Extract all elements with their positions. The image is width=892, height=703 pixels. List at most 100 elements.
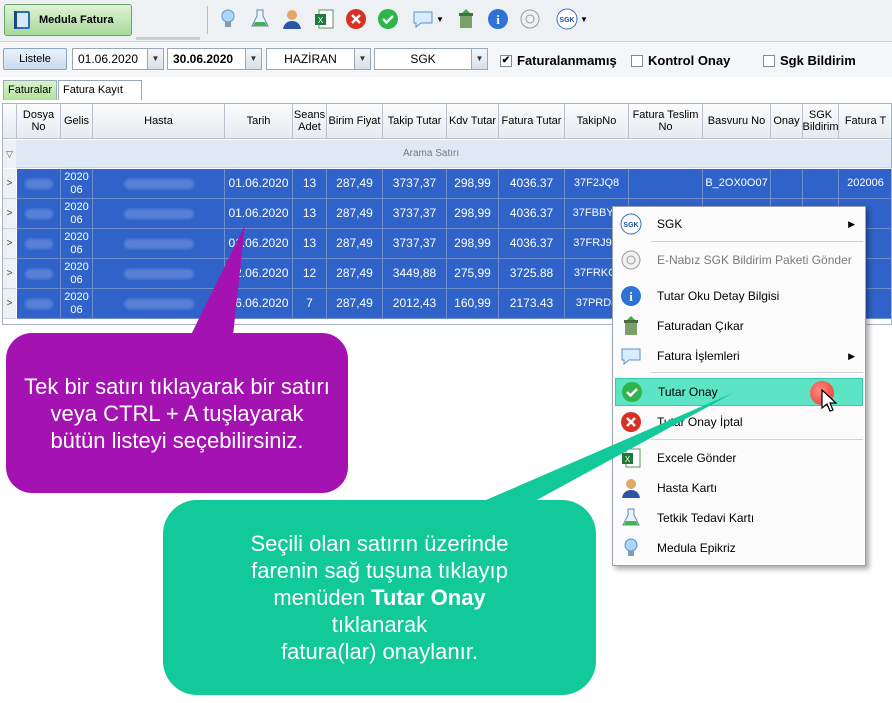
table-cell[interactable]: 2020 06 bbox=[61, 169, 93, 199]
row-selector-icon[interactable]: > bbox=[3, 199, 16, 229]
table-cell[interactable] bbox=[17, 259, 61, 289]
table-cell[interactable]: 01.06.2020 bbox=[225, 199, 293, 229]
table-cell[interactable] bbox=[17, 199, 61, 229]
table-cell[interactable]: 298,99 bbox=[447, 169, 499, 199]
table-cell[interactable]: 13 bbox=[293, 169, 327, 199]
trash-icon[interactable] bbox=[453, 6, 479, 32]
table-cell[interactable]: 298,99 bbox=[447, 199, 499, 229]
chevron-down-icon[interactable]: ▼ bbox=[245, 49, 261, 69]
table-cell[interactable]: 287,49 bbox=[327, 289, 383, 319]
info-icon[interactable]: i bbox=[485, 6, 511, 32]
table-cell[interactable] bbox=[629, 169, 703, 199]
table-cell[interactable] bbox=[17, 229, 61, 259]
flask-icon[interactable] bbox=[247, 6, 273, 32]
table-cell[interactable]: 287,49 bbox=[327, 259, 383, 289]
close-circle-icon[interactable] bbox=[343, 6, 369, 32]
table-cell[interactable]: 287,49 bbox=[327, 229, 383, 259]
table-cell[interactable]: 01.06.2020 bbox=[225, 169, 293, 199]
table-cell[interactable]: 02.06.2020 bbox=[225, 259, 293, 289]
unbilled-checkbox[interactable]: ✔ Faturalanmamış bbox=[500, 53, 617, 68]
table-cell[interactable]: B_2OX0O07 bbox=[703, 169, 771, 199]
control-approval-checkbox[interactable]: Kontrol Onay bbox=[631, 53, 730, 68]
column-header[interactable]: TakipNo bbox=[565, 104, 629, 139]
checkmark-icon[interactable]: ✔ bbox=[500, 54, 512, 67]
column-header[interactable]: Kdv Tutar bbox=[447, 104, 499, 139]
table-cell[interactable]: 287,49 bbox=[327, 199, 383, 229]
table-cell[interactable] bbox=[93, 199, 225, 229]
table-cell[interactable]: 160,99 bbox=[447, 289, 499, 319]
table-cell[interactable]: 275,99 bbox=[447, 259, 499, 289]
menu-item-excele-g-nder[interactable]: X Excele Gönder bbox=[615, 444, 863, 472]
column-header[interactable]: Seans Adet bbox=[293, 104, 327, 139]
sgk-icon[interactable]: SGK ▼ bbox=[552, 6, 592, 32]
menu-item-tutar-oku-detay-bilgisi[interactable]: i Tutar Oku Detay Bilgisi bbox=[615, 282, 863, 310]
list-button[interactable]: Listele bbox=[3, 48, 67, 70]
lightbulb-icon[interactable] bbox=[215, 6, 241, 32]
table-cell[interactable] bbox=[93, 229, 225, 259]
table-cell[interactable]: 16.06.2020 bbox=[225, 289, 293, 319]
table-cell[interactable] bbox=[93, 259, 225, 289]
menu-item-hasta-kart-[interactable]: Hasta Kartı bbox=[615, 474, 863, 502]
institution-select[interactable]: SGK ▼ bbox=[374, 48, 488, 70]
menu-item-e-nab-z-sgk-bildirim-paketi-g-nder[interactable]: E-Nabız SGK Bildirim Paketi Gönder bbox=[615, 246, 863, 274]
row-selector-icon[interactable]: > bbox=[3, 169, 16, 199]
table-cell[interactable]: 287,49 bbox=[327, 169, 383, 199]
table-cell[interactable]: 37F2JQ8 bbox=[565, 169, 629, 199]
date-start-picker[interactable]: 01.06.2020 ▼ bbox=[72, 48, 164, 70]
table-cell[interactable] bbox=[17, 169, 61, 199]
column-header[interactable]: Basvuru No bbox=[703, 104, 771, 139]
column-header[interactable]: Birim Fiyat bbox=[327, 104, 383, 139]
chevron-down-icon[interactable]: ▼ bbox=[354, 49, 370, 69]
row-selector-icon[interactable]: > bbox=[3, 229, 16, 259]
month-select[interactable]: HAZİRAN ▼ bbox=[266, 48, 371, 70]
column-header[interactable]: Hasta bbox=[93, 104, 225, 139]
column-header[interactable]: Tarih bbox=[225, 104, 293, 139]
date-end-picker[interactable]: 30.06.2020 ▼ bbox=[167, 48, 262, 70]
column-header[interactable]: Takip Tutar bbox=[383, 104, 447, 139]
table-cell[interactable]: 3737,37 bbox=[383, 229, 447, 259]
chevron-down-icon[interactable]: ▼ bbox=[147, 49, 163, 69]
table-cell[interactable]: 2020 06 bbox=[61, 289, 93, 319]
menu-item-sgk[interactable]: SGK SGK ▶ bbox=[615, 210, 863, 238]
search-row[interactable]: ▽ Arama Satırı bbox=[3, 140, 891, 168]
table-cell[interactable]: 4036.37 bbox=[499, 199, 565, 229]
tab-invoice-log[interactable]: Fatura Kayıt Log bbox=[58, 80, 142, 114]
speech-bubble-icon[interactable]: ▼ bbox=[410, 6, 446, 32]
table-cell[interactable]: 3449,88 bbox=[383, 259, 447, 289]
user-icon[interactable] bbox=[279, 6, 305, 32]
medula-fatura-tab[interactable]: Medula Fatura bbox=[4, 4, 132, 36]
column-header[interactable]: Dosya No bbox=[17, 104, 61, 139]
table-cell[interactable]: 3737,37 bbox=[383, 199, 447, 229]
column-header[interactable]: Fatura Teslim No bbox=[629, 104, 703, 139]
table-cell[interactable]: 2020 06 bbox=[61, 199, 93, 229]
column-header[interactable]: Fatura Tutar bbox=[499, 104, 565, 139]
column-header[interactable]: Gelis bbox=[61, 104, 93, 139]
table-cell[interactable]: 2173.43 bbox=[499, 289, 565, 319]
table-cell[interactable] bbox=[93, 169, 225, 199]
table-cell[interactable]: 202006 bbox=[839, 169, 891, 199]
enabiz-icon[interactable] bbox=[517, 6, 543, 32]
column-header[interactable]: Fatura T bbox=[839, 104, 891, 139]
menu-item-fatura-i-lemleri[interactable]: Fatura İşlemleri ▶ bbox=[615, 342, 863, 370]
table-cell[interactable]: 2020 06 bbox=[61, 229, 93, 259]
table-cell[interactable]: 01.06.2020 bbox=[225, 229, 293, 259]
table-cell[interactable]: 4036.37 bbox=[499, 169, 565, 199]
menu-item-tetkik-tedavi-kart-[interactable]: Tetkik Tedavi Kartı bbox=[615, 504, 863, 532]
table-cell[interactable] bbox=[771, 169, 803, 199]
empty-checkbox-box[interactable] bbox=[631, 54, 643, 67]
table-cell[interactable]: 298,99 bbox=[447, 229, 499, 259]
table-cell[interactable]: 4036.37 bbox=[499, 229, 565, 259]
table-cell[interactable]: 13 bbox=[293, 199, 327, 229]
table-cell[interactable]: 7 bbox=[293, 289, 327, 319]
table-cell[interactable]: 2020 06 bbox=[61, 259, 93, 289]
menu-item-faturadan-kar[interactable]: Faturadan Çıkar bbox=[615, 312, 863, 340]
row-selector-icon[interactable]: > bbox=[3, 259, 16, 289]
table-cell[interactable] bbox=[803, 169, 839, 199]
excel-icon[interactable]: X bbox=[311, 6, 337, 32]
sgk-notification-checkbox[interactable]: Sgk Bildirim bbox=[763, 53, 856, 68]
check-circle-icon[interactable] bbox=[375, 6, 401, 32]
table-cell[interactable]: 2012,43 bbox=[383, 289, 447, 319]
tab-invoices[interactable]: Faturalar bbox=[3, 80, 57, 100]
row-selector-icon[interactable]: > bbox=[3, 289, 16, 319]
chevron-down-icon[interactable]: ▼ bbox=[471, 49, 487, 69]
